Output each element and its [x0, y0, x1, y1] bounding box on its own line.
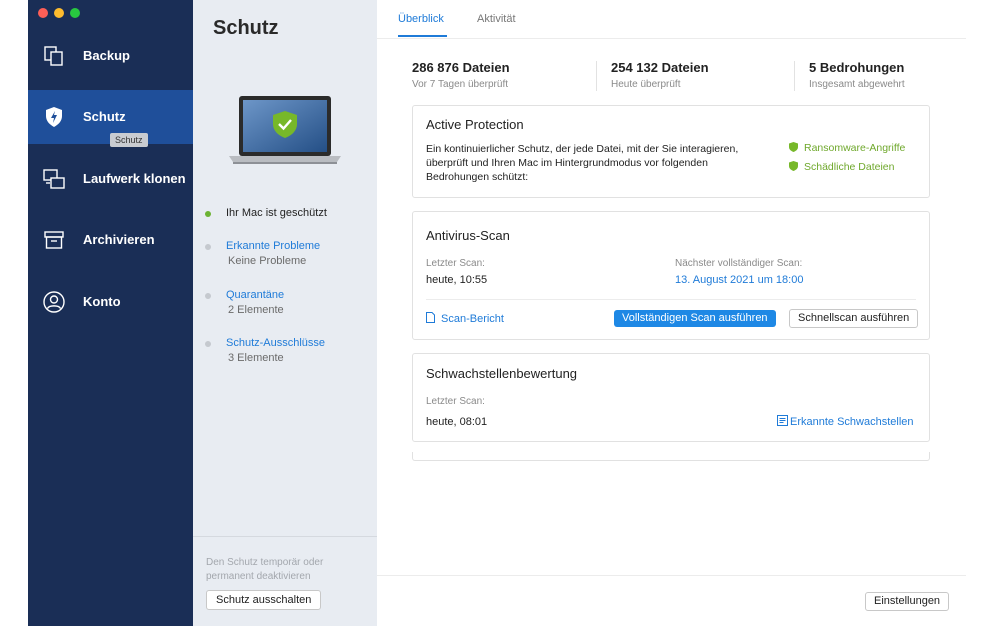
- status-protected-label: Ihr Mac ist geschützt: [226, 207, 327, 219]
- app-window: Backup Schutz Schutz Laufwerk klonen Arc…: [28, 0, 966, 626]
- sidebar: Backup Schutz Schutz Laufwerk klonen Arc…: [28, 0, 193, 626]
- main-content: Überblick Aktivität 286 876 Dateien Vor …: [377, 0, 966, 626]
- shield-icon: [789, 142, 798, 152]
- stat-caption: Vor 7 Tagen überprüft: [412, 79, 508, 90]
- threat-malicious-files: Schädliche Dateien: [789, 161, 894, 173]
- settings-button[interactable]: Einstellungen: [865, 592, 950, 611]
- detected-problems-link[interactable]: Erkannte Probleme: [226, 240, 320, 252]
- last-scan-label: Letzter Scan:: [426, 396, 485, 407]
- divider: [377, 38, 966, 39]
- stat-value: 286 876 Dateien: [412, 60, 510, 75]
- divider: [596, 61, 597, 91]
- document-icon: [426, 312, 435, 323]
- divider: [193, 536, 377, 537]
- sidebar-item-laufwerk-klonen[interactable]: Laufwerk klonen: [28, 152, 193, 206]
- stat-files-week: 286 876 Dateien Vor 7 Tagen überprüft: [412, 60, 510, 90]
- page-title: Schutz: [213, 17, 279, 39]
- disable-protection-hint: Den Schutz temporär oder permanent deakt…: [206, 557, 324, 582]
- window-controls: [38, 8, 80, 18]
- exclusions-link[interactable]: Schutz-Ausschlüsse: [226, 337, 325, 349]
- tab-ueberblick[interactable]: Überblick: [398, 13, 444, 25]
- divider: [426, 299, 916, 300]
- sidebar-item-label: Backup: [83, 48, 130, 63]
- next-card-edge: [412, 452, 930, 461]
- stat-files-today: 254 132 Dateien Heute überprüft: [611, 60, 709, 90]
- sidebar-item-label: Archivieren: [83, 232, 155, 247]
- protected-laptop-illustration: [229, 96, 341, 164]
- vulnerability-assessment-card: Schwachstellenbewertung Letzter Scan: he…: [412, 353, 930, 442]
- next-scan-label: Nächster vollständiger Scan:: [675, 258, 803, 269]
- status-dot: [205, 293, 211, 299]
- disable-protection-button[interactable]: Schutz ausschalten: [206, 590, 322, 610]
- last-scan-value: heute, 10:55: [426, 274, 488, 286]
- stat-caption: Heute überprüft: [611, 79, 681, 90]
- card-title: Active Protection: [426, 117, 524, 132]
- quarantine-link[interactable]: Quarantäne: [226, 289, 284, 301]
- active-protection-description: Ein kontinuierlicher Schutz, der jede Da…: [426, 143, 739, 183]
- sidebar-item-label: Laufwerk klonen: [83, 171, 186, 186]
- detected-vulnerabilities-link[interactable]: Erkannte Schwachstellen: [777, 415, 914, 428]
- stat-threats: 5 Bedrohungen Insgesamt abgewehrt: [809, 60, 905, 90]
- stat-value: 5 Bedrohungen: [809, 60, 905, 75]
- last-scan-value: heute, 08:01: [426, 416, 488, 428]
- last-scan-label: Letzter Scan:: [426, 258, 485, 269]
- detected-problems-value: Keine Probleme: [228, 255, 307, 267]
- detected-vulnerabilities-label: Erkannte Schwachstellen: [790, 416, 914, 428]
- report-list-icon: [777, 415, 788, 426]
- threat-label: Schädliche Dateien: [804, 161, 895, 173]
- quick-scan-button[interactable]: Schnellscan ausführen: [789, 309, 919, 328]
- active-tab-indicator: [398, 35, 447, 37]
- next-scan-value[interactable]: 13. August 2021 um 18:00: [675, 274, 803, 286]
- active-protection-card: Active Protection Ein kontinuierlicher S…: [412, 105, 930, 198]
- divider: [377, 575, 966, 576]
- status-dot: [205, 211, 211, 217]
- sidebar-item-archivieren[interactable]: Archivieren: [28, 213, 193, 267]
- tab-aktivitaet[interactable]: Aktivität: [477, 13, 516, 25]
- sidebar-item-konto[interactable]: Konto: [28, 275, 193, 329]
- threat-label: Ransomware-Angriffe: [804, 142, 906, 154]
- protection-status-panel: Schutz Ihr Mac ist geschützt Erkannte Pr…: [193, 0, 377, 626]
- minimize-window-button[interactable]: [54, 8, 64, 18]
- status-dot: [205, 244, 211, 250]
- shield-icon: [46, 107, 62, 127]
- status-dot: [205, 341, 211, 347]
- clone-drive-icon: [43, 169, 65, 189]
- sidebar-item-label: Konto: [83, 294, 121, 309]
- scan-report-label: Scan-Bericht: [441, 313, 504, 325]
- stat-value: 254 132 Dateien: [611, 60, 709, 75]
- exclusions-value: 3 Elemente: [228, 352, 284, 364]
- antivirus-scan-card: Antivirus-Scan Letzter Scan: heute, 10:5…: [412, 211, 930, 340]
- full-scan-button[interactable]: Vollständigen Scan ausführen: [614, 310, 776, 327]
- quarantine-value: 2 Elemente: [228, 304, 284, 316]
- account-person-icon: [43, 291, 65, 313]
- sidebar-item-label: Schutz: [83, 109, 126, 124]
- sidebar-item-backup[interactable]: Backup: [28, 29, 193, 83]
- zoom-window-button[interactable]: [70, 8, 80, 18]
- backup-copy-icon: [44, 46, 63, 66]
- shield-icon: [789, 161, 798, 171]
- archive-box-icon: [44, 231, 64, 249]
- tooltip: Schutz: [110, 133, 148, 147]
- scan-report-link[interactable]: Scan-Bericht: [426, 312, 504, 325]
- stat-caption: Insgesamt abgewehrt: [809, 79, 905, 90]
- threat-ransomware: Ransomware-Angriffe: [789, 142, 905, 154]
- divider: [794, 61, 795, 91]
- card-title: Schwachstellenbewertung: [426, 366, 578, 381]
- close-window-button[interactable]: [38, 8, 48, 18]
- card-title: Antivirus-Scan: [426, 228, 510, 243]
